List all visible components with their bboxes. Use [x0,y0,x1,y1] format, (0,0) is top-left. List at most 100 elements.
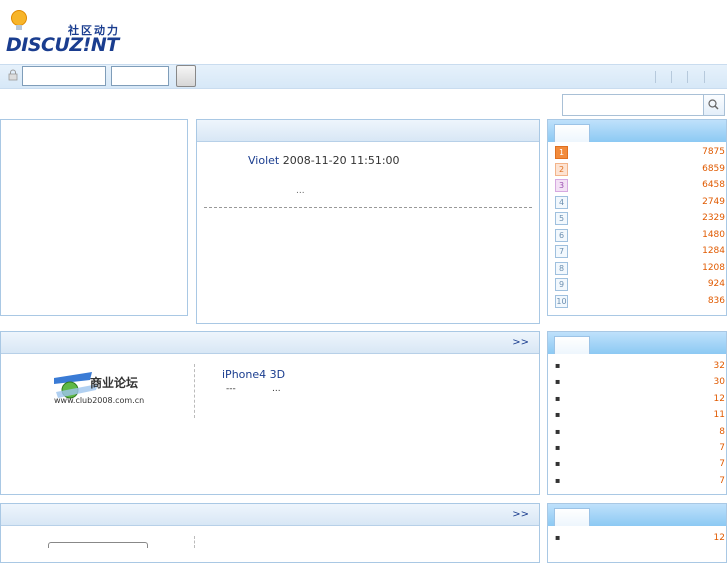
lock-icon [8,69,18,81]
item-value: 8 [719,426,725,437]
ranking-row[interactable]: 8 1208 [555,261,725,276]
login-bar [0,64,727,89]
rank-value: 2329 [702,213,725,223]
item-value: 7 [719,459,725,470]
list-item[interactable]: ▪ 30 [555,376,725,390]
rank-number: 1 [555,146,568,159]
bullet: ▪ [555,377,561,387]
bullet: ▪ [555,443,561,452]
divider [671,71,672,83]
dashed-divider [204,207,532,208]
rank-value: 2749 [702,196,725,207]
password-input[interactable] [111,66,169,86]
item-value: 32 [713,361,725,371]
item-value: 12 [713,533,725,543]
left-panel [0,119,188,316]
ranking-row[interactable]: 6 1480 [555,228,725,243]
username-input[interactable] [22,66,106,86]
login-button[interactable] [176,65,196,87]
ranking-row[interactable]: 3 6458 [555,179,725,193]
list-header [548,504,726,526]
more-link[interactable]: >> [512,509,529,520]
list-item[interactable]: ▪ 7 [555,442,725,456]
logo[interactable]: 社区动力 DISCUZ!NT [6,10,146,60]
search-icon [708,99,719,110]
rank-value: 1480 [702,229,725,240]
rank-value: 7875 [702,147,725,157]
rank-value: 924 [707,279,725,289]
panel-header: >> [1,504,539,526]
article-excerpt: ... [272,384,281,394]
rank-number: 10 [555,294,568,308]
list-item[interactable]: ▪ 8 [555,426,725,440]
rank-value: 6859 [702,163,725,174]
club-logo-title: 商业论坛 [90,376,139,390]
ranking-row[interactable]: 5 2329 [555,212,725,226]
article-meta: --- [226,384,236,394]
rank-number: 8 [555,261,568,275]
ranking-row[interactable]: 10 836 [555,294,725,309]
bullet: ▪ [555,361,561,370]
ranking-row[interactable]: 7 1284 [555,245,725,259]
dashed-divider [194,536,195,548]
dashed-divider [194,364,195,418]
rank-value: 1284 [702,246,725,256]
rank-value: 836 [707,295,725,306]
ranking-row[interactable]: 2 6859 [555,162,725,177]
rank-number: 2 [555,162,568,176]
list-item[interactable]: ▪ 7 [555,458,725,472]
rank-value: 1208 [702,262,725,273]
item-value: 7 [719,475,725,486]
ranking-header [548,120,726,142]
image-frame [48,542,148,548]
list-item[interactable]: ▪ 12 [555,393,725,407]
list-item[interactable]: ▪ 11 [555,409,725,423]
bullet: ▪ [555,393,561,403]
club-logo-url: www.club2008.com.cn [54,396,145,405]
item-value: 7 [719,443,725,453]
bullet: ▪ [555,533,561,542]
list: ▪ 32 ▪ 30 ▪ 12 ▪ 11 ▪ 8 ▪ 7 ▪ 7 ▪ 7 [547,360,727,490]
item-value: 30 [713,377,725,388]
article-title[interactable]: iPhone4 3D [222,368,285,381]
featured-panel [196,119,540,324]
rank-number: 6 [555,228,568,242]
panel-header [197,120,539,142]
post-author[interactable]: Violet [248,154,279,167]
more-link[interactable]: >> [512,337,529,348]
ranking-row[interactable]: 9 924 [555,278,725,292]
featured-post-meta[interactable]: Violet 2008-11-20 11:51:00 [248,154,400,167]
rank-number: 7 [555,245,568,258]
ranking-row[interactable]: 1 7875 [555,146,725,160]
rank-value: 6458 [702,180,725,190]
ranking-tab[interactable] [554,124,590,142]
rank-number: 5 [555,212,568,225]
section-panel: >> [0,503,540,563]
club-logo[interactable]: 商业论坛 www.club2008.com.cn [52,370,144,408]
bullet: ▪ [555,410,561,420]
logo-title: DISCUZ!NT [6,34,119,56]
ranking-list: 1 7875 2 6859 3 6458 4 2749 5 2329 6 148… [547,146,727,311]
commercial-panel: >> [0,331,540,495]
divider [704,71,705,83]
bullet: ▪ [555,475,561,485]
divider [687,71,688,83]
bullet: ▪ [555,426,561,436]
ranking-row[interactable]: 4 2749 [555,195,725,210]
list-item[interactable]: ▪ 12 [555,532,725,546]
rank-number: 9 [555,278,568,291]
rank-number: 3 [555,179,568,192]
rank-number: 4 [555,195,568,209]
list-item[interactable]: ▪ 7 [555,475,725,489]
post-datetime: 2008-11-20 11:51:00 [282,154,400,167]
list-tab[interactable] [554,508,590,526]
list-item[interactable]: ▪ 32 [555,360,725,374]
list-tab[interactable] [554,336,590,354]
list-header [548,332,726,354]
search-button[interactable] [704,94,725,116]
search-input[interactable] [562,94,704,116]
item-value: 11 [713,410,725,421]
panel-header: >> [1,332,539,354]
divider [655,71,656,83]
bullet: ▪ [555,459,561,469]
